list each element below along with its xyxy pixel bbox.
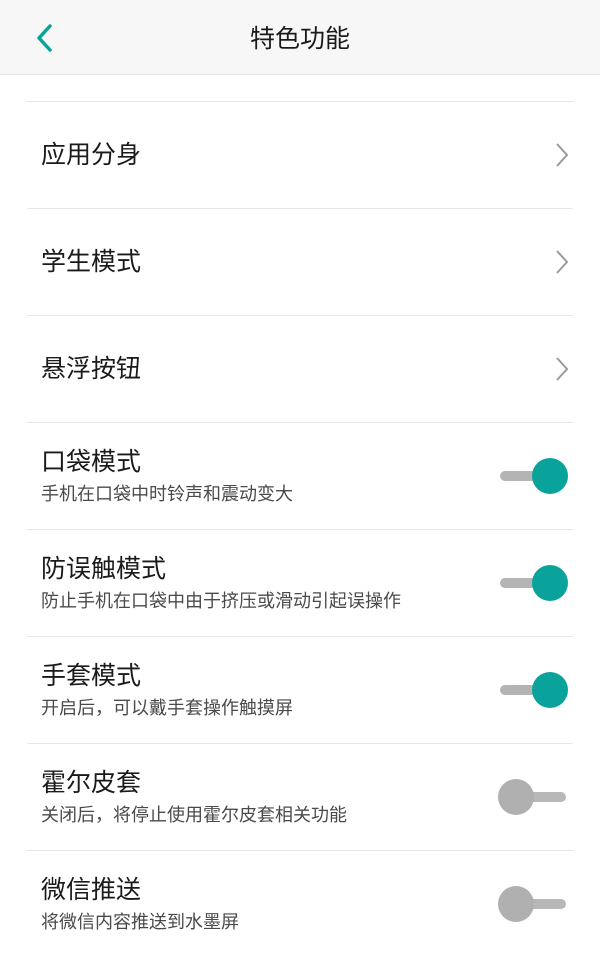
setting-label: 学生模式 xyxy=(41,247,142,276)
setting-label: 悬浮按钮 xyxy=(41,354,142,383)
setting-description: 防止手机在口袋中由于挤压或滑动引起误操作 xyxy=(41,591,401,612)
toggle-knob xyxy=(498,886,534,922)
setting-label: 微信推送 xyxy=(41,875,142,904)
anti-mistouch-toggle[interactable] xyxy=(498,563,568,603)
chevron-right-icon xyxy=(556,357,569,381)
setting-row-pocket-mode: 口袋模式 手机在口袋中时铃声和震动变大 xyxy=(0,423,600,530)
setting-row-glove-mode: 手套模式 开启后，可以戴手套操作触摸屏 xyxy=(0,637,600,744)
setting-description: 手机在口袋中时铃声和震动变大 xyxy=(41,484,293,505)
pocket-mode-toggle[interactable] xyxy=(498,456,568,496)
chevron-right-icon xyxy=(556,143,569,167)
setting-label: 防误触模式 xyxy=(41,554,167,583)
setting-label: 霍尔皮套 xyxy=(41,768,142,797)
page-title: 特色功能 xyxy=(249,24,350,53)
toggle-knob xyxy=(498,779,534,815)
glove-mode-toggle[interactable] xyxy=(498,670,568,710)
setting-description: 关闭后，将停止使用霍尔皮套相关功能 xyxy=(41,805,347,826)
hall-cover-toggle[interactable] xyxy=(498,777,568,817)
app-header: 特色功能 xyxy=(0,0,600,75)
setting-label: 口袋模式 xyxy=(41,447,142,476)
setting-row-floating-button[interactable]: 悬浮按钮 xyxy=(0,316,600,423)
toggle-knob xyxy=(532,672,568,708)
setting-row-anti-mistouch: 防误触模式 防止手机在口袋中由于挤压或滑动引起误操作 xyxy=(0,530,600,637)
chevron-right-icon xyxy=(556,250,569,274)
toggle-knob xyxy=(532,565,568,601)
setting-row-hall-cover: 霍尔皮套 关闭后，将停止使用霍尔皮套相关功能 xyxy=(0,744,600,851)
setting-row-app-clone[interactable]: 应用分身 xyxy=(0,102,600,209)
setting-description: 开启后，可以戴手套操作触摸屏 xyxy=(41,698,293,719)
setting-row-student-mode[interactable]: 学生模式 xyxy=(0,209,600,316)
setting-row-wechat-push: 微信推送 将微信内容推送到水墨屏 xyxy=(0,851,600,958)
setting-description: 将微信内容推送到水墨屏 xyxy=(41,912,239,933)
setting-label: 手套模式 xyxy=(41,661,142,690)
wechat-push-toggle[interactable] xyxy=(498,884,568,924)
toggle-knob xyxy=(532,458,568,494)
setting-label: 应用分身 xyxy=(41,140,142,169)
